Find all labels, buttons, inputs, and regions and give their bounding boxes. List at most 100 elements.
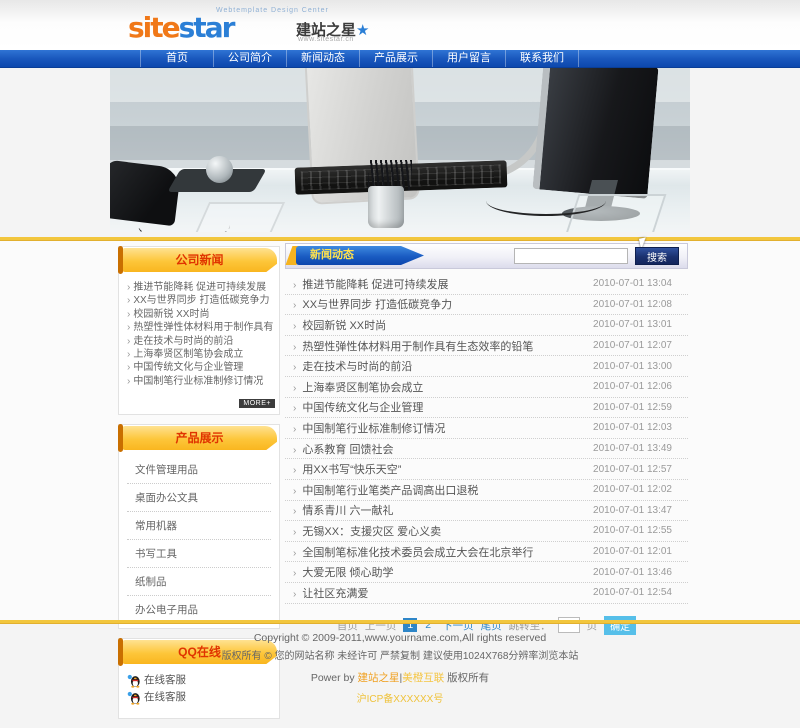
news-title-text[interactable]: 大爱无限 倾心助学 [299,567,393,579]
news-title-text[interactable]: 用XX书写“快乐天空” [299,464,401,476]
news-title-link[interactable]: › 中国传统文化与企业管理 [285,399,423,415]
news-date: 2010-07-01 13:49 [593,443,688,454]
news-title-text[interactable]: 全国制笔标准化技术委员会成立大会在北京举行 [299,547,533,559]
news-title-link[interactable]: › 全国制笔标准化技术委员会成立大会在北京举行 [285,544,533,560]
news-title-text[interactable]: 热塑性弹性体材料用于制作具有生态效率的铅笔 [299,341,533,353]
sidebar-news-more: MORE+ [119,392,279,414]
sidebar-product-item[interactable]: 纸制品 [127,568,271,596]
news-title-link[interactable]: › 大爱无限 倾心助学 [285,564,393,580]
sidebar-news-link[interactable]: 走在技术与时尚的前沿 [133,336,233,347]
sidebar-news-item[interactable]: ›上海奉贤区制笔协会成立 [127,348,273,361]
news-date: 2010-07-01 12:02 [593,484,688,495]
news-title-text[interactable]: 让社区充满爱 [299,588,368,600]
news-title-link[interactable]: › 无锡XX：支援灾区 爱心义卖 [285,523,441,539]
nav-item[interactable]: 公司简介 [214,50,287,67]
chevron-bullet-icon: › [127,309,130,320]
footer-icp: 沪ICP备XXXXXX号 [0,690,800,705]
logo-site-text: site [128,11,179,44]
chevron-bullet-icon: › [293,321,296,332]
nav-item[interactable]: 新闻动态 [287,50,360,67]
news-title-text[interactable]: 中国制笔行业笔类产品调高出口退税 [299,485,478,497]
sidebar-news-item[interactable]: ›推进节能降耗 促进可持续发展 [127,281,273,294]
news-title-text[interactable]: 校园新锐 XX时尚 [299,320,386,332]
chevron-bullet-icon: › [293,486,296,497]
search-button[interactable]: 搜索 [635,247,679,265]
nav-item[interactable]: 联系我们 [506,50,579,67]
news-title-link[interactable]: › 推进节能降耗 促进可持续发展 [285,276,448,292]
chevron-bullet-icon: › [293,300,296,311]
sidebar-news-link[interactable]: XX与世界同步 打造低碳竞争力 [133,295,269,306]
sidebar-product-item[interactable]: 常用机器 [127,512,271,540]
news-title-text[interactable]: 中国制笔行业标准制修订情况 [299,423,445,435]
news-row: › 让社区充满爱 2010-07-01 12:54 [285,583,688,604]
sidebar-product-item[interactable]: 桌面办公文具 [127,484,271,512]
news-title-link[interactable]: › 热塑性弹性体材料用于制作具有生态效率的铅笔 [285,338,533,354]
sidebar-news-item[interactable]: ›中国制笔行业标准制修订情况 [127,375,273,388]
news-row: › 无锡XX：支援灾区 爱心义卖2010-07-01 12:55 [285,521,688,542]
sidebar-news-link[interactable]: 推进节能降耗 促进可持续发展 [133,282,266,293]
sidebar-news-title[interactable]: 公司新闻 [122,248,277,272]
sidebar-news-link[interactable]: 校园新锐 XX时尚 [133,309,209,320]
news-title-link[interactable]: › 心系教育 回馈社会 [285,441,393,457]
news-title-link[interactable]: › 用XX书写“快乐天空” [285,461,401,477]
sidebar-products-title[interactable]: 产品展示 [122,426,277,450]
footer-link-cndns[interactable]: 美橙互联 [402,672,444,684]
chevron-bullet-icon: › [293,506,296,517]
news-title-text[interactable]: 中国传统文化与企业管理 [299,402,423,414]
search-area: 搜索 [514,247,679,265]
sidebar-product-item[interactable]: 书写工具 [127,540,271,568]
sidebar-news-link[interactable]: 中国制笔行业标准制修订情况 [133,376,263,387]
news-title-link[interactable]: › 走在技术与时尚的前沿 [285,358,412,374]
sidebar-news-link[interactable]: 中国传统文化与企业管理 [133,362,243,373]
chevron-bullet-icon: › [293,362,296,373]
sidebar-news-item[interactable]: ›热塑性弹性体材料用于制作具有生... [127,321,273,334]
nav-item[interactable]: 用户留言 [433,50,506,67]
sidebar-news-link[interactable]: 热塑性弹性体材料用于制作具有生... [133,322,273,333]
nav-item[interactable]: 首页 [140,50,214,67]
chevron-bullet-icon: › [293,568,296,579]
search-input[interactable] [514,248,628,264]
news-title-link[interactable]: › 情系青川 六一献礼 [285,502,393,518]
footer-rights: 版权所有 © 您的网站名称 未经许可 严禁复制 建议使用1024X768分辨率浏… [0,647,800,662]
logo-url: www.sitestar.cn [298,36,354,43]
news-title-text[interactable]: 心系教育 回馈社会 [299,444,393,456]
news-title-text[interactable]: 无锡XX：支援灾区 爱心义卖 [299,526,441,538]
news-title-link[interactable]: › 中国制笔行业标准制修订情况 [285,420,445,436]
chevron-bullet-icon: › [293,445,296,456]
news-row: › 推进节能降耗 促进可持续发展2010-07-01 13:04 [285,274,688,295]
star-icon: ★ [356,22,369,39]
news-title-link[interactable]: › XX与世界同步 打造低碳竞争力 [285,296,452,312]
news-title-text[interactable]: 情系青川 六一献礼 [299,505,393,517]
news-title-link[interactable]: › 上海奉贤区制笔协会成立 [285,379,423,395]
chevron-bullet-icon: › [293,280,296,291]
news-title-text[interactable]: 推进节能降耗 促进可持续发展 [299,279,448,291]
sidebar-product-item[interactable]: 文件管理用品 [127,456,271,484]
site-logo[interactable]: Webtemplate Design Center sitestar 建站之星★… [128,6,358,46]
news-title-link[interactable]: › 让社区充满爱 [285,585,368,601]
nav-item[interactable]: 产品展示 [360,50,433,67]
news-title-text[interactable]: XX与世界同步 打造低碳竞争力 [299,299,452,311]
sidebar-news-item[interactable]: ›校园新锐 XX时尚 [127,308,273,321]
news-title-link[interactable]: › 校园新锐 XX时尚 [285,317,386,333]
news-row: › 走在技术与时尚的前沿2010-07-01 13:00 [285,356,688,377]
news-row: › 全国制笔标准化技术委员会成立大会在北京举行 2010-07-01 12:01 [285,542,688,563]
news-header-bar: 新闻动态 搜索 [285,243,688,269]
news-date: 2010-07-01 12:01 [593,546,688,557]
news-date: 2010-07-01 12:08 [593,299,688,310]
news-title-text[interactable]: 上海奉贤区制笔协会成立 [299,382,423,394]
chevron-bullet-icon: › [293,424,296,435]
sidebar-news-item[interactable]: ›走在技术与时尚的前沿 [127,335,273,348]
icp-link[interactable]: 沪ICP备XXXXXX号 [357,694,444,705]
sidebar-news-item[interactable]: ›中国传统文化与企业管理 [127,361,273,374]
news-row: › 用XX书写“快乐天空”2010-07-01 12:57 [285,459,688,480]
chevron-bullet-icon: › [127,336,130,347]
sidebar-news-link[interactable]: 上海奉贤区制笔协会成立 [133,349,243,360]
sidebar-news-item[interactable]: ›XX与世界同步 打造低碳竞争力 [127,294,273,307]
cable [486,186,606,216]
footer-link-sitestar[interactable]: 建站之星 [358,672,400,684]
news-title-text[interactable]: 走在技术与时尚的前沿 [299,361,412,373]
chevron-bullet-icon: › [293,342,296,353]
news-title-link[interactable]: › 中国制笔行业笔类产品调高出口退税 [285,482,478,498]
news-date: 2010-07-01 12:54 [593,587,688,598]
more-button[interactable]: MORE+ [239,399,275,408]
